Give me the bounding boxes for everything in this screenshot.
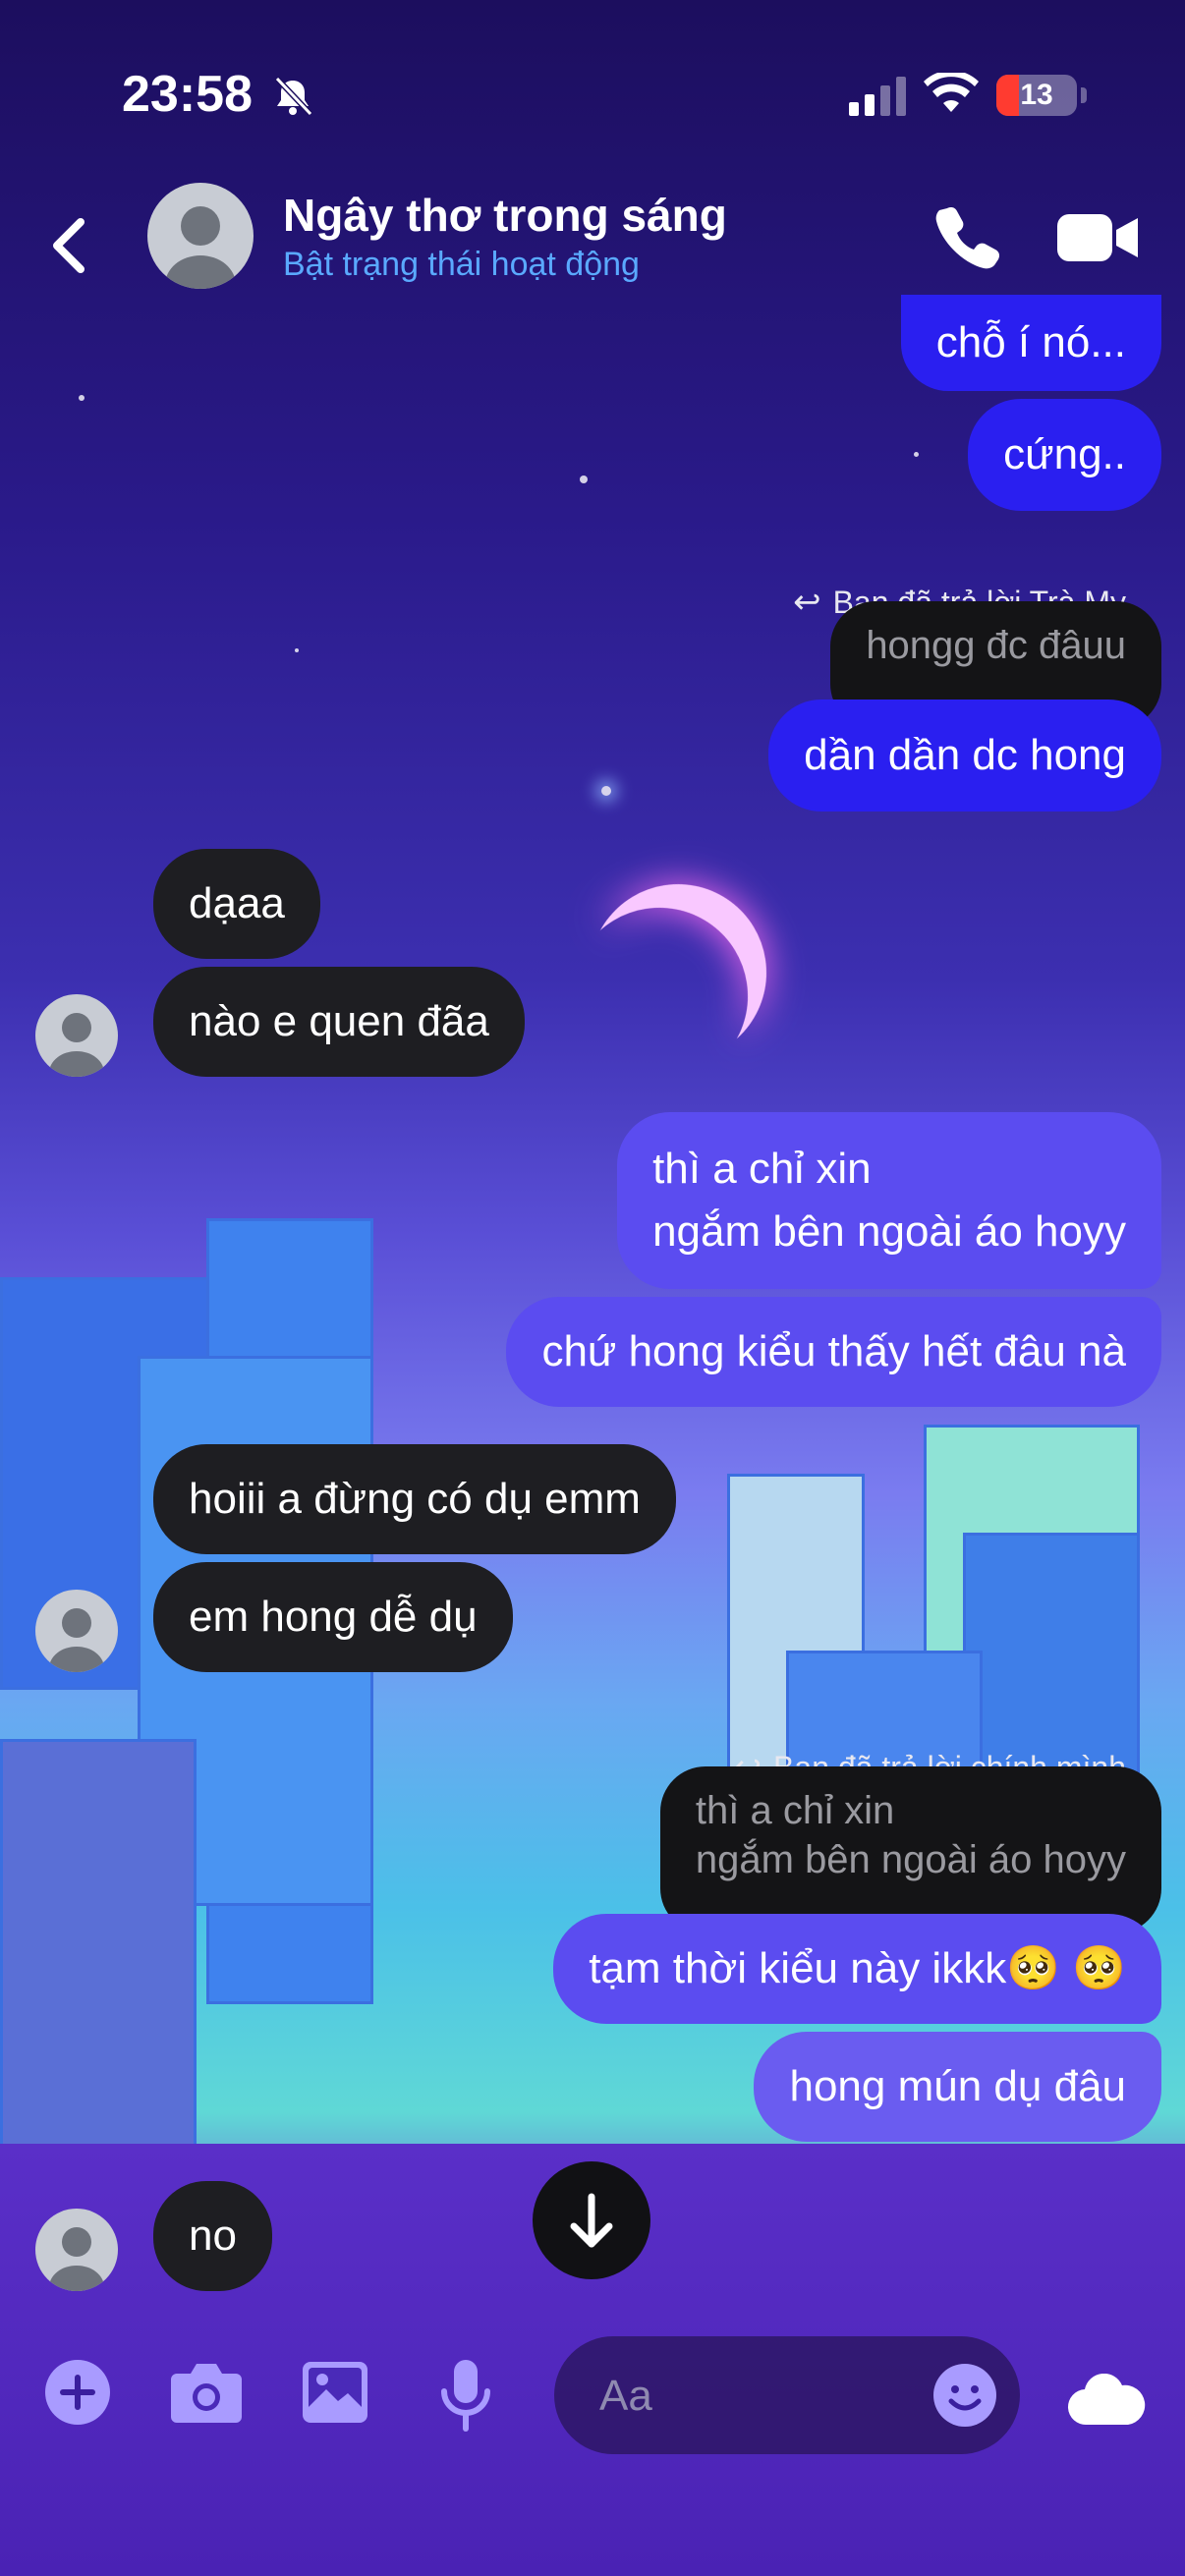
video-camera-icon[interactable] [1057,208,1140,267]
outgoing-message[interactable]: thì a chỉ xin ngắm bên ngoài áo hoyy [617,1112,1161,1289]
outgoing-message[interactable]: cứng.. [968,399,1161,511]
message-input[interactable]: Aa [554,2336,1020,2454]
camera-icon[interactable] [169,2358,244,2427]
sender-avatar[interactable] [35,1590,118,1672]
reply-arrow-icon: ↩ [793,584,821,621]
contact-name[interactable]: Ngây thơ trong sáng [283,189,727,242]
message-input-placeholder: Aa [599,2372,652,2420]
outgoing-message[interactable]: chỗ í nó... [900,295,1161,391]
arrow-down-icon [570,2193,613,2248]
contact-avatar[interactable] [147,183,254,289]
phone-icon[interactable] [933,202,1002,271]
message-composer: Aa [0,2319,1185,2466]
star [79,395,85,401]
battery-percent: 13 [1020,79,1053,111]
back-chevron-icon[interactable] [39,206,98,285]
building [0,1739,197,2181]
smiley-icon[interactable] [931,2362,998,2429]
bell-slash-icon [274,76,313,117]
person-icon [49,2227,104,2291]
battery-indicator: 13 [996,75,1077,116]
plus-circle-icon[interactable] [43,2358,112,2427]
incoming-message[interactable]: dạaa [153,849,320,959]
outgoing-message[interactable]: chứ hong kiểu thấy hết đâu nà [506,1297,1161,1407]
star [601,786,611,796]
person-icon [49,1013,104,1077]
star [914,452,919,457]
star [295,648,299,652]
star [580,476,588,483]
status-bar: 23:58 13 [0,0,1185,177]
scroll-to-bottom-button[interactable] [533,2161,650,2279]
incoming-message[interactable]: no [153,2181,272,2291]
incoming-message[interactable]: hoiii a đừng có dụ emm [153,1444,676,1554]
clock: 23:58 [122,66,253,123]
microphone-icon[interactable] [438,2358,493,2433]
incoming-message[interactable]: em hong dễ dụ [153,1562,513,1672]
outgoing-message[interactable]: tạm thời kiểu này ikkk🥺 🥺 [553,1914,1161,2024]
cellular-signal-icon [849,77,906,116]
active-status-link[interactable]: Bật trạng thái hoạt động [283,246,640,284]
incoming-message[interactable]: nào e quen đãa [153,967,525,1077]
sender-avatar[interactable] [35,994,118,1077]
replied-message-preview[interactable]: thì a chỉ xin ngắm bên ngoài áo hoyy [659,1766,1161,1933]
person-icon [165,206,236,289]
wifi-icon [924,73,979,112]
outgoing-message[interactable]: hong mún dụ đâu [754,2032,1161,2142]
cloud-icon[interactable] [1067,2374,1146,2429]
chat-header: Ngây thơ trong sáng Bật trạng thái hoạt … [0,177,1185,314]
person-icon [49,1608,104,1672]
outgoing-message[interactable]: dần dần dc hong [768,700,1161,812]
gallery-icon[interactable] [301,2358,369,2427]
battery-tip [1081,87,1087,103]
sender-avatar[interactable] [35,2209,118,2291]
